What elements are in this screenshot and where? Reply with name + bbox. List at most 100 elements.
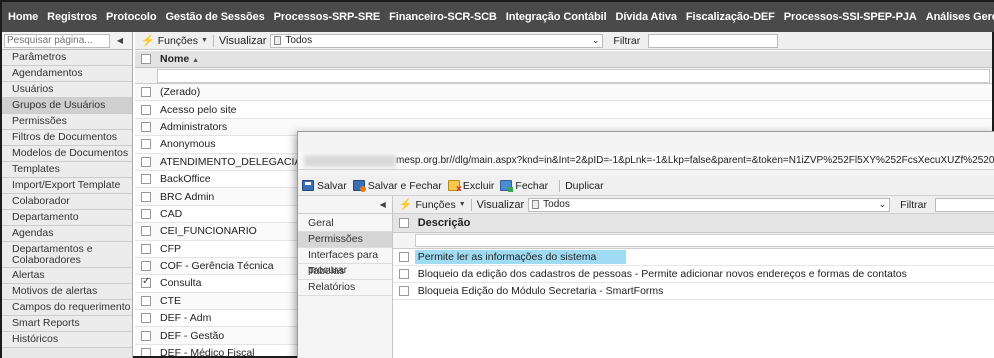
nav-item[interactable]: Processos-SRP-SRE xyxy=(274,11,381,23)
sidebar-item[interactable]: Import/Export Template xyxy=(2,178,132,194)
view-select[interactable]: Todos ⌄ xyxy=(270,33,604,48)
row-checkbox[interactable] xyxy=(141,226,151,237)
nav-item[interactable]: Gestão de Sessões xyxy=(165,11,264,23)
row-checkbox-cell xyxy=(135,295,157,306)
lightning-icon: ⚡ xyxy=(141,35,155,47)
collapse-left-icon[interactable]: ◀ xyxy=(380,200,386,209)
table-row[interactable]: (Zerado) xyxy=(135,84,992,102)
row-checkbox[interactable] xyxy=(398,252,409,262)
sidebar-item[interactable]: Colaborador xyxy=(2,194,132,210)
sidebar-item[interactable]: Alertas xyxy=(2,268,132,284)
nav-item[interactable]: Protocolo xyxy=(106,11,157,23)
row-checkbox[interactable] xyxy=(141,87,151,98)
row-checkbox[interactable] xyxy=(141,104,151,115)
row-checkbox[interactable] xyxy=(141,139,151,150)
row-checkbox-cell xyxy=(135,174,157,185)
nav-item[interactable]: Home xyxy=(8,11,38,23)
document-icon xyxy=(274,36,282,45)
toolbar-divider xyxy=(470,198,472,211)
view-label: Visualizar xyxy=(476,198,525,211)
sidebar-item[interactable]: Motivos de alertas xyxy=(2,284,132,300)
permission-row[interactable]: Permite ler as informações do sistema xyxy=(392,249,994,266)
row-checkbox[interactable] xyxy=(141,208,151,219)
sidebar-item[interactable]: Agendas xyxy=(2,226,132,242)
sidebar-item[interactable]: Departamento xyxy=(2,210,132,226)
column-header-nome[interactable]: Nome ▲ xyxy=(157,53,199,65)
row-checkbox[interactable] xyxy=(141,330,151,341)
chevron-down-icon: ▼ xyxy=(200,37,208,44)
group-name-cell: COF - Gerência Técnica xyxy=(160,260,274,273)
sidebar-item[interactable]: Grupos de Usuários xyxy=(2,98,132,114)
sidebar-item[interactable]: Campos do requerimento xyxy=(2,300,132,316)
sidebar-item[interactable]: Departamentos e Colaboradores xyxy=(2,242,132,268)
dialog-tab[interactable]: Interfaces para procurar xyxy=(298,248,392,276)
row-checkbox-cell xyxy=(135,330,157,341)
nav-item[interactable]: Financeiro-SCR-SCB xyxy=(389,11,497,23)
select-all-checkbox[interactable] xyxy=(398,218,409,228)
row-checkbox[interactable] xyxy=(141,313,151,324)
filter-input[interactable] xyxy=(648,33,779,48)
row-checkbox[interactable] xyxy=(141,191,151,202)
dialog-tab[interactable]: Permissões xyxy=(298,232,392,248)
row-checkbox[interactable] xyxy=(141,174,151,185)
sidebar-search-input[interactable] xyxy=(4,33,110,48)
view-select[interactable]: Todos ⌄ xyxy=(528,197,891,212)
permission-row[interactable]: Bloqueia Edição do Módulo Secretaria - S… xyxy=(392,283,994,300)
column-filter-input[interactable] xyxy=(157,68,990,83)
sidebar-item[interactable]: Filtros de Documentos xyxy=(2,130,132,146)
nav-item[interactable]: Análises Gerenciais xyxy=(926,11,994,23)
save-button[interactable]: Salvar xyxy=(302,180,347,192)
row-checkbox[interactable] xyxy=(141,156,151,167)
save-and-close-button[interactable]: Salvar e Fechar xyxy=(352,180,442,192)
row-checkbox-cell xyxy=(135,348,157,356)
sidebar-item[interactable]: Smart Reports xyxy=(2,316,132,332)
row-checkbox[interactable] xyxy=(141,261,151,272)
grid-filter-row xyxy=(135,68,992,84)
row-checkbox-cell xyxy=(393,286,415,296)
row-checkbox[interactable] xyxy=(398,269,409,279)
close-button[interactable]: Fechar xyxy=(500,180,548,192)
nav-item[interactable]: Fiscalização-DEF xyxy=(686,11,775,23)
column-header-descricao[interactable]: Descrição xyxy=(415,217,471,229)
column-filter-input[interactable] xyxy=(414,234,994,247)
functions-button[interactable]: ⚡ Funções ▼ xyxy=(141,34,208,48)
chevron-down-icon: ⌄ xyxy=(591,34,600,45)
filter-input[interactable] xyxy=(935,197,994,212)
collapse-left-icon[interactable]: ◀ xyxy=(110,36,130,45)
dialog-tab[interactable]: Geral xyxy=(298,216,392,232)
row-checkbox[interactable] xyxy=(141,348,151,356)
row-checkbox[interactable] xyxy=(141,295,151,306)
delete-button[interactable]: Excluir xyxy=(447,180,494,195)
row-checkbox[interactable] xyxy=(398,286,409,296)
row-checkbox[interactable] xyxy=(141,276,151,289)
group-name-cell: DEF - Médico Fiscal xyxy=(160,347,255,356)
sidebar-item[interactable]: Templates xyxy=(2,162,132,178)
row-checkbox[interactable] xyxy=(141,243,151,254)
nav-item[interactable]: Integração Contábil xyxy=(506,11,607,23)
row-checkbox-cell xyxy=(135,121,157,132)
sidebar-item[interactable]: Agendamentos xyxy=(2,66,132,82)
sidebar-item[interactable]: Parâmetros xyxy=(2,50,132,66)
sidebar-item[interactable]: Usuários xyxy=(2,82,132,98)
nav-item[interactable]: Dívida Ativa xyxy=(616,11,677,23)
select-all-checkbox[interactable] xyxy=(141,54,151,64)
duplicate-button[interactable]: Duplicar xyxy=(565,180,604,192)
permission-row[interactable]: Bloqueio da edição dos cadastros de pess… xyxy=(392,266,994,283)
sidebar-item[interactable]: Permissões xyxy=(2,114,132,130)
nav-item[interactable]: Registros xyxy=(47,11,97,23)
functions-label: Funções xyxy=(415,198,456,211)
functions-label: Funções xyxy=(157,34,198,47)
group-name-cell: Administrators xyxy=(160,120,228,133)
dialog-grid-toolbar: ⚡ Funções ▼ Visualizar Todos ⌄ Filtrar xyxy=(392,196,994,214)
grid-header: Nome ▲ xyxy=(135,51,992,68)
functions-button[interactable]: ⚡ Funções ▼ xyxy=(399,198,466,212)
nav-item[interactable]: Processos-SSI-SPEP-PJA xyxy=(784,11,917,23)
table-row[interactable]: Acesso pelo site xyxy=(135,101,992,119)
sidebar-item[interactable]: Modelos de Documentos xyxy=(2,146,132,162)
select-all-cell xyxy=(393,218,415,228)
row-checkbox-cell xyxy=(135,104,157,115)
dialog-tab[interactable]: Relatórios xyxy=(298,280,392,296)
sidebar-item[interactable]: Históricos xyxy=(2,332,132,348)
row-checkbox[interactable] xyxy=(141,121,151,132)
dialog-side-menu: GeralPermissõesInterfaces para procurarT… xyxy=(298,216,392,296)
